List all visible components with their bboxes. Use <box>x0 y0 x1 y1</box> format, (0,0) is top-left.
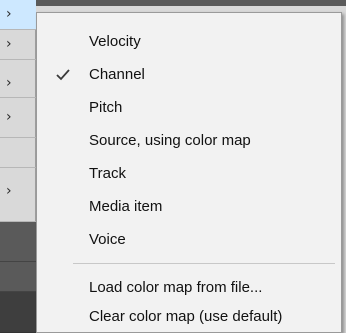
check-slot <box>37 300 89 333</box>
check-slot <box>37 223 89 256</box>
menu-item-velocity[interactable]: Velocity <box>37 25 341 58</box>
check-slot <box>37 91 89 124</box>
menu-item-label: Velocity <box>89 33 141 50</box>
menu-item-source-color-map[interactable]: Source, using color map <box>37 124 341 157</box>
parent-menu-item[interactable]: › <box>0 60 36 98</box>
menu-item-label: Voice <box>89 231 126 248</box>
menu-item-media-item[interactable]: Media item <box>37 190 341 223</box>
menu-separator <box>73 263 335 264</box>
parent-strip-panel <box>0 262 36 292</box>
chevron-right-icon: › <box>6 183 12 199</box>
parent-strip-panel <box>0 222 36 262</box>
parent-menu-item[interactable]: › <box>0 168 36 222</box>
menu-item-label: Channel <box>89 66 145 83</box>
menu-item-label: Track <box>89 165 126 182</box>
menu-item-voice[interactable]: Voice <box>37 223 341 256</box>
check-slot <box>37 190 89 223</box>
checkmark-icon <box>37 58 89 91</box>
parent-menu-item[interactable]: › <box>0 30 36 60</box>
parent-menu-item[interactable] <box>0 138 36 168</box>
color-mode-context-menu: Velocity Channel Pitch Source, using col… <box>36 12 342 333</box>
parent-strip-panel <box>0 292 36 333</box>
menu-item-track[interactable]: Track <box>37 157 341 190</box>
parent-menu-item[interactable]: › <box>0 98 36 138</box>
chevron-right-icon: › <box>6 109 12 125</box>
menu-item-pitch[interactable]: Pitch <box>37 91 341 124</box>
menu-item-label: Media item <box>89 198 163 215</box>
check-slot <box>37 25 89 58</box>
parent-menu-strip: › › › › › <box>0 0 36 333</box>
chevron-right-icon: › <box>6 75 12 91</box>
parent-menu-item[interactable]: › <box>0 0 36 30</box>
menu-item-clear-color-map[interactable]: Clear color map (use default) <box>37 300 341 333</box>
check-slot <box>37 124 89 157</box>
menu-item-label: Clear color map (use default) <box>89 308 283 325</box>
menu-item-label: Source, using color map <box>89 132 251 149</box>
chevron-right-icon: › <box>6 36 12 52</box>
background-panel-strip <box>36 0 346 6</box>
menu-item-label: Load color map from file... <box>89 279 263 296</box>
menu-item-channel[interactable]: Channel <box>37 58 341 91</box>
menu-item-label: Pitch <box>89 99 123 116</box>
chevron-right-icon: › <box>6 6 12 22</box>
check-slot <box>37 157 89 190</box>
